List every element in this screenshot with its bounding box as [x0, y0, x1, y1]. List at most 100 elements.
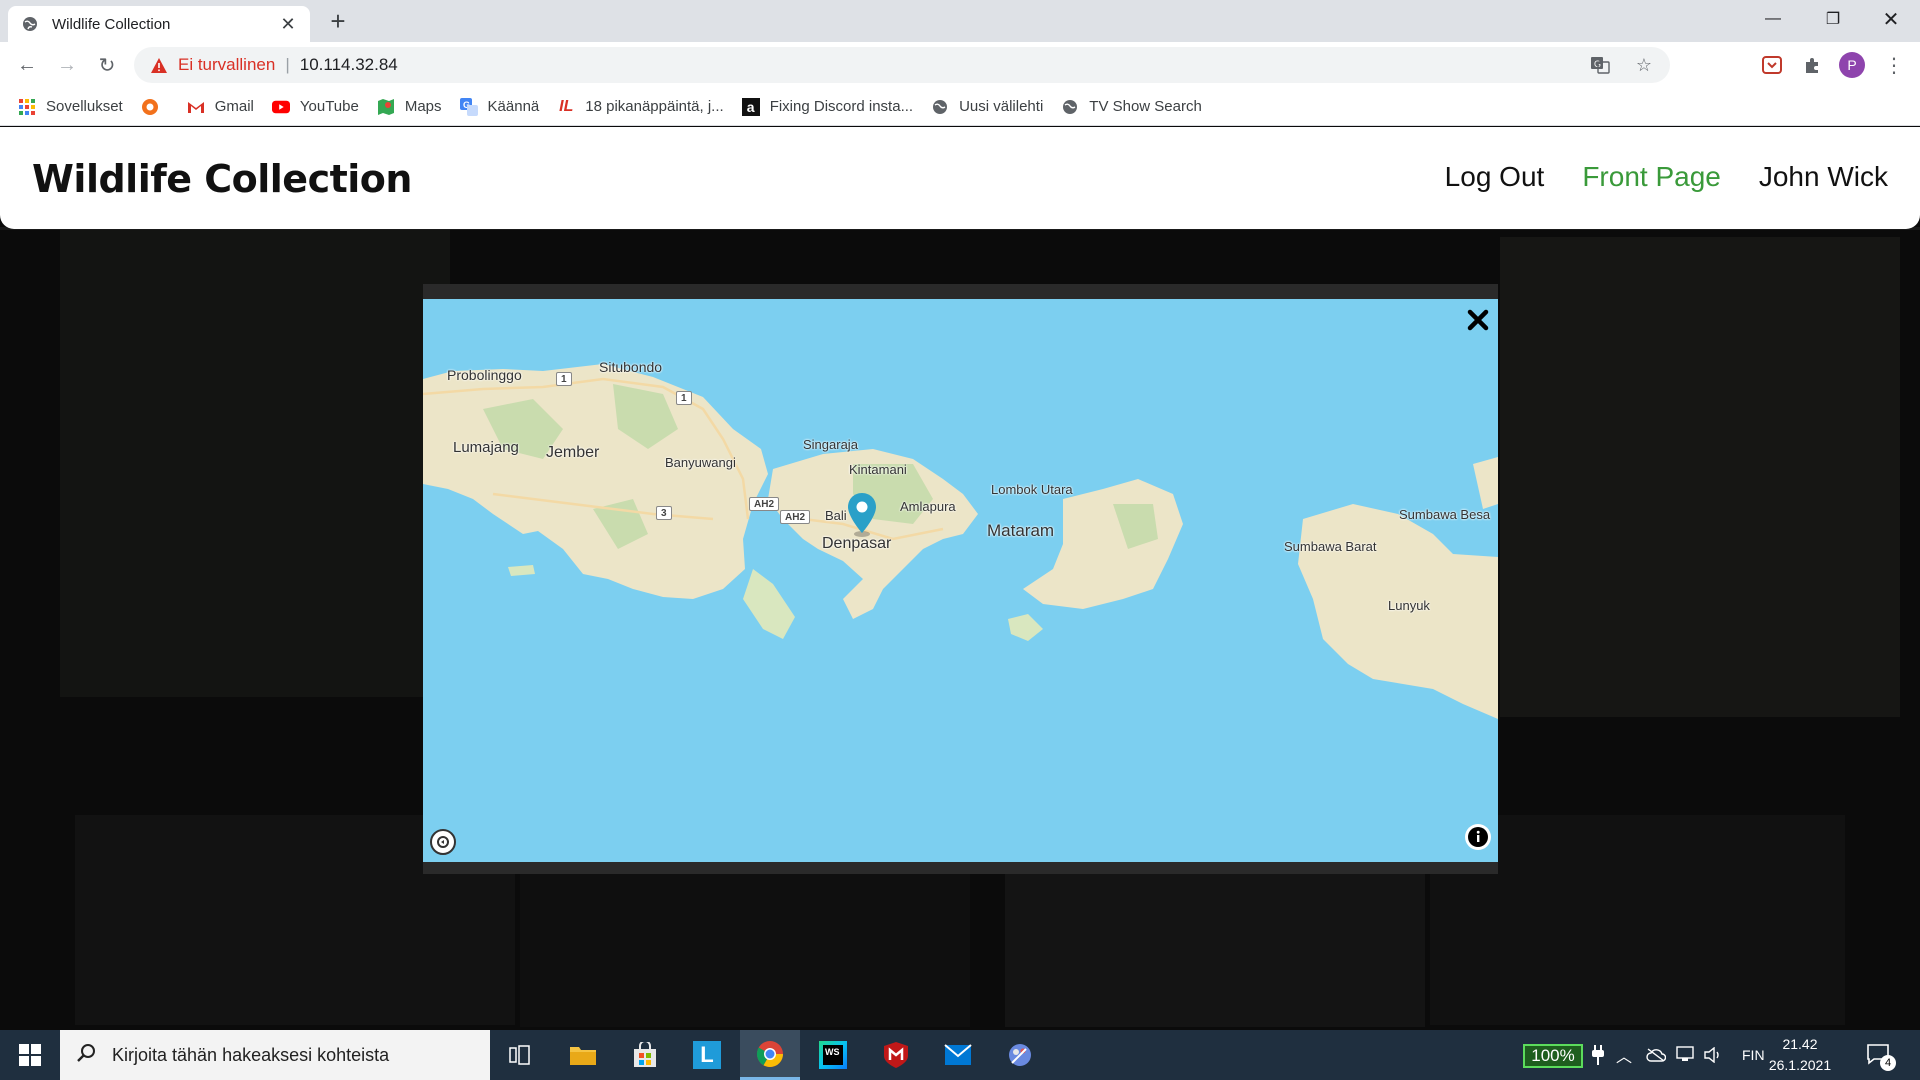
bookmark-label: Fixing Discord insta...	[769, 98, 914, 115]
globe-icon	[20, 14, 40, 34]
network-icon[interactable]	[1676, 1030, 1696, 1080]
profile-avatar[interactable]: P	[1838, 51, 1866, 79]
youtube-icon	[271, 98, 290, 116]
restore-button[interactable]: ❐	[1804, 0, 1862, 38]
translate-icon: G	[459, 97, 478, 116]
store-icon[interactable]	[615, 1030, 675, 1080]
bookmark-maps[interactable]: Maps	[377, 98, 442, 116]
separator: |	[285, 55, 290, 74]
map-info-icon[interactable]	[1465, 824, 1491, 850]
windows-taskbar: Kirjoita tähän hakeaksesi kohteista L WS…	[0, 1030, 1920, 1080]
close-icon[interactable]	[1463, 305, 1493, 335]
l-app-icon[interactable]: L	[677, 1030, 737, 1080]
bookmark-ring[interactable]	[141, 98, 169, 116]
map-label-kintamani: Kintamani	[849, 462, 907, 477]
chrome-icon[interactable]	[740, 1030, 800, 1080]
extensions-icon[interactable]	[1798, 51, 1826, 79]
site-title[interactable]: Wildlife Collection	[32, 157, 412, 201]
cloud-off-icon[interactable]	[1646, 1030, 1666, 1080]
map-label-probolinggo: Probolinggo	[447, 367, 522, 383]
road-shield-3: 3	[656, 506, 672, 520]
file-explorer-icon[interactable]	[553, 1030, 613, 1080]
notifications-icon[interactable]: 4	[1866, 1030, 1896, 1080]
power-plug-icon[interactable]	[1592, 1030, 1604, 1080]
page-viewport: Wildlife Collection Log Out Front Page J…	[0, 127, 1920, 1030]
battery-indicator[interactable]: 100%	[1523, 1044, 1583, 1068]
map-label-amlapura: Amlapura	[900, 499, 956, 514]
browser-toolbar: ← → ↻ Ei turvallinen | 10.114.32.84 G ☆ …	[0, 42, 1920, 88]
a-icon: a	[741, 97, 760, 116]
reload-button[interactable]: ↻	[92, 50, 122, 80]
map-label-situbondo: Situbondo	[599, 359, 663, 375]
map-label-sumbawa-besa: Sumbawa Besa	[1399, 507, 1491, 522]
url-text[interactable]: 10.114.32.84	[300, 55, 398, 75]
map-label-lombok-utara: Lombok Utara	[991, 482, 1073, 497]
map-label-jember: Jember	[546, 444, 600, 461]
minimize-button[interactable]: —	[1744, 0, 1802, 38]
maps-icon	[377, 98, 395, 116]
menu-icon[interactable]: ⋮	[1880, 51, 1908, 79]
map-logo-icon[interactable]	[430, 829, 456, 855]
tab-title: Wildlife Collection	[52, 15, 171, 33]
mcafee-icon[interactable]	[866, 1030, 926, 1080]
nav-log-out[interactable]: Log Out	[1445, 161, 1545, 193]
nav-user-john-wick[interactable]: John Wick	[1759, 161, 1888, 193]
map-label-denpasar: Denpasar	[822, 535, 892, 552]
close-window-button[interactable]: ✕	[1862, 0, 1920, 38]
taskbar-search-box[interactable]: Kirjoita tähän hakeaksesi kohteista	[60, 1030, 490, 1080]
pocket-extension-icon[interactable]	[1758, 51, 1786, 79]
mail-icon[interactable]	[928, 1030, 988, 1080]
close-tab-icon[interactable]: ✕	[278, 14, 298, 34]
snip-sketch-icon[interactable]	[990, 1030, 1050, 1080]
tab-strip: Wildlife Collection ✕ + — ❐ ✕	[0, 0, 1920, 42]
map-label-banyuwangi: Banyuwangi	[665, 455, 736, 470]
map-label-lunyuk: Lunyuk	[1388, 598, 1430, 613]
map-label-sumbawa-barat: Sumbawa Barat	[1284, 539, 1377, 554]
bookmark-tv-show-search[interactable]: TV Show Search	[1061, 98, 1202, 116]
road-shield-1: 1	[676, 391, 692, 405]
gmail-icon	[187, 98, 205, 116]
bookmark-gmail[interactable]: Gmail	[187, 98, 254, 116]
bookmark-label: Maps	[404, 98, 442, 115]
bookmark-shortcuts[interactable]: IL 18 pikanäppäintä, j...	[557, 97, 724, 116]
bookmark-label: Sovellukset	[46, 98, 123, 115]
volume-icon[interactable]	[1704, 1030, 1722, 1080]
new-tab-button[interactable]: +	[322, 6, 354, 36]
map-modal[interactable]: Probolinggo Situbondo Lumajang Jember Banyuw…	[423, 299, 1498, 862]
chevron-up-icon[interactable]: ︿	[1616, 1030, 1632, 1080]
bookmark-new-tab[interactable]: Uusi välilehti	[931, 98, 1043, 116]
back-button[interactable]: ←	[12, 50, 42, 80]
security-label[interactable]: Ei turvallinen	[178, 55, 275, 75]
browser-tab[interactable]: Wildlife Collection ✕	[8, 6, 310, 42]
nav-front-page[interactable]: Front Page	[1582, 161, 1721, 193]
webstorm-icon[interactable]: WS	[803, 1030, 863, 1080]
bookmark-youtube[interactable]: YouTube	[271, 98, 359, 116]
bookmark-label: Uusi välilehti	[959, 98, 1044, 115]
map-marker-pin-icon[interactable]	[847, 493, 877, 537]
map-label-singaraja: Singaraja	[803, 437, 858, 452]
map-label-mataram: Mataram	[987, 521, 1055, 540]
translate-icon[interactable]: G	[1588, 53, 1612, 77]
road-shield-ah2: AH2	[780, 510, 811, 524]
globe-icon	[931, 98, 949, 116]
map-canvas[interactable]	[423, 299, 1498, 862]
bookmark-apps[interactable]: Sovellukset	[18, 98, 123, 116]
search-icon	[76, 1043, 96, 1068]
bookmark-label: Gmail	[214, 98, 254, 115]
site-header: Wildlife Collection Log Out Front Page J…	[0, 127, 1920, 229]
bookmark-discord-fix[interactable]: a Fixing Discord insta...	[741, 97, 914, 116]
star-icon[interactable]: ☆	[1632, 53, 1656, 77]
warning-icon	[150, 56, 168, 74]
address-bar[interactable]: Ei turvallinen | 10.114.32.84 G ☆	[134, 47, 1670, 83]
start-button[interactable]	[0, 1030, 60, 1080]
forward-button[interactable]: →	[52, 50, 82, 80]
ring-icon	[141, 98, 159, 116]
globe-icon	[1061, 98, 1079, 116]
bookmark-translate[interactable]: G Käännä	[459, 97, 539, 116]
system-clock[interactable]: 21.42 26.1.2021	[1762, 1034, 1838, 1076]
bookmark-label: TV Show Search	[1089, 98, 1202, 115]
task-view-icon[interactable]	[490, 1030, 550, 1080]
map-label-bali: Bali	[825, 508, 847, 523]
il-icon: IL	[559, 97, 574, 115]
bookmark-label: 18 pikanäppäintä, j...	[585, 98, 724, 115]
